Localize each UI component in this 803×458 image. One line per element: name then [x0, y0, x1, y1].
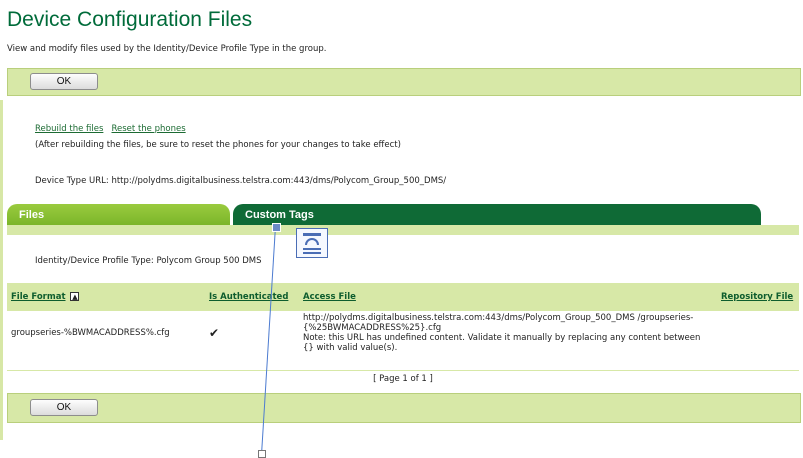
ok-button-top[interactable]: OK: [30, 73, 98, 90]
rebuild-files-link[interactable]: Rebuild the files: [35, 124, 103, 134]
files-table: File Format ▲ Is Authenticated Access Fi…: [7, 283, 799, 355]
ok-button-bottom[interactable]: OK: [30, 399, 98, 416]
column-header-file-format[interactable]: File Format ▲: [7, 283, 205, 311]
reset-phones-link[interactable]: Reset the phones: [112, 124, 186, 134]
is-authenticated-sort-link[interactable]: Is Authenticated: [209, 292, 288, 302]
access-file-url: http://polydms.digitalbusiness.telstra.c…: [303, 313, 694, 333]
column-header-access-file[interactable]: Access File: [299, 283, 717, 311]
file-format-sort-link[interactable]: File Format: [11, 292, 66, 302]
device-type-url-value: http://polydms.digitalbusiness.telstra.c…: [111, 176, 447, 186]
top-action-bar: OK: [7, 68, 801, 96]
sort-ascending-icon[interactable]: ▲: [70, 292, 80, 301]
page-subtitle: View and modify files used by the Identi…: [7, 44, 327, 54]
repository-file-sort-link[interactable]: Repository File: [721, 292, 793, 302]
device-type-url-label: Device Type URL:: [35, 176, 109, 186]
tab-content-bar: [7, 225, 799, 235]
device-type-url-row: Device Type URL: http://polydms.digitalb…: [35, 176, 446, 186]
tab-files[interactable]: Files: [7, 204, 230, 225]
page-title: Device Configuration Files: [7, 8, 253, 31]
actions-links: Rebuild the files Reset the phones: [35, 124, 186, 134]
profile-type-label: Identity/Device Profile Type:: [35, 256, 154, 266]
table-row[interactable]: groupseries-%BWMACADDRESS%.cfg ✔ http://…: [7, 311, 799, 355]
authenticated-check-icon: ✔: [209, 326, 220, 340]
drag-handle[interactable]: [272, 223, 281, 232]
column-header-repository-file[interactable]: Repository File: [717, 283, 799, 311]
access-file-note: Note: this URL has undefined content. Va…: [303, 333, 701, 353]
pager: [ Page 1 of 1 ]: [7, 370, 799, 384]
drag-preview-icon: [296, 228, 328, 258]
profile-type-value: Polycom Group 500 DMS: [156, 256, 262, 266]
tab-custom-tags[interactable]: Custom Tags: [233, 204, 761, 225]
cell-repository-file: [717, 311, 799, 355]
cell-file-format[interactable]: groupseries-%BWMACADDRESS%.cfg: [7, 311, 205, 355]
rebuild-note: (After rebuilding the files, be sure to …: [35, 140, 401, 150]
cell-access-file: http://polydms.digitalbusiness.telstra.c…: [299, 311, 717, 355]
profile-type-row: Identity/Device Profile Type: Polycom Gr…: [35, 256, 262, 266]
access-file-sort-link[interactable]: Access File: [303, 292, 356, 302]
bottom-action-bar: OK: [7, 393, 801, 423]
left-accent-rule: [0, 100, 3, 440]
table-header-row: File Format ▲ Is Authenticated Access Fi…: [7, 283, 799, 311]
column-header-is-authenticated[interactable]: Is Authenticated: [205, 283, 299, 311]
